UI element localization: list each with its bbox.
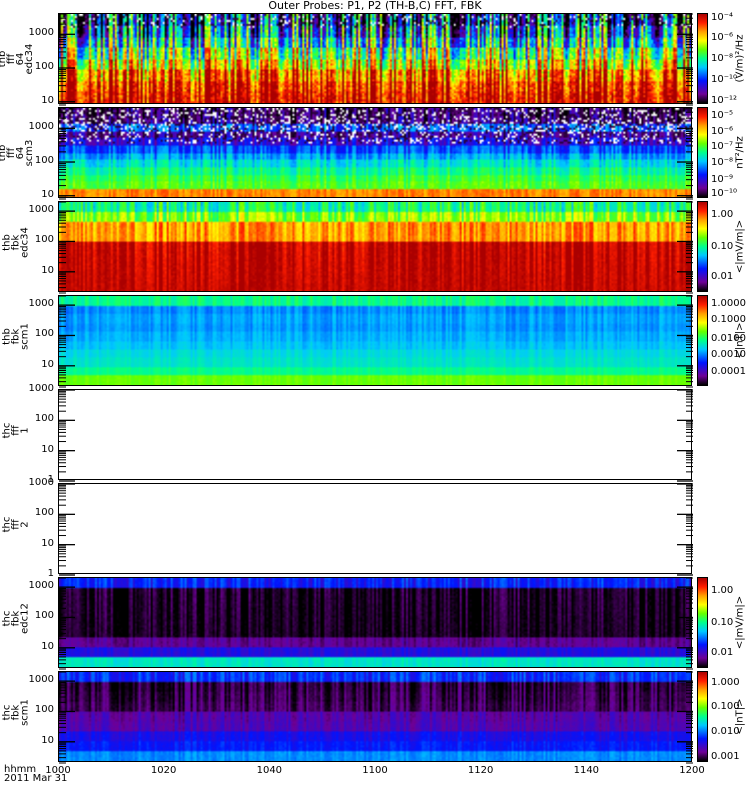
- y-tick-label: 1: [47, 568, 54, 579]
- panel-label: thb fff 64 scm3: [0, 113, 35, 193]
- plot-title: Outer Probes: P1, P2 (TH-B,C) FFT, FBK: [268, 0, 482, 12]
- y-axis-ticks: [59, 107, 693, 200]
- spectrogram-panel-2: [58, 107, 693, 200]
- colorbar-tick-label: 10⁻¹⁰: [711, 74, 738, 86]
- x-tick-label: 1040: [256, 765, 283, 776]
- x-tick-label: 1200: [679, 765, 705, 776]
- colorbar-1: [697, 13, 708, 104]
- panel-label-line: scm3: [24, 139, 35, 166]
- colorbar-unit-label: <|mV/m|>: [734, 219, 746, 273]
- spectrogram-panel-5: [58, 389, 693, 482]
- colorbar-tick-label: 1.00: [711, 208, 734, 220]
- colorbar-tick-label: 10⁻⁸: [711, 53, 734, 65]
- colorbar-tick-label: 10⁻⁶: [711, 125, 734, 137]
- colorbar-unit-label: <|nT|>: [734, 322, 746, 358]
- panel-label: thb fff 64 edc34: [0, 19, 35, 99]
- colorbar-tick-label: 10⁻⁹: [711, 173, 734, 185]
- colorbar-tick-label: 10⁻¹²: [711, 95, 738, 107]
- x-tick-label: 1020: [150, 765, 177, 776]
- spectrogram-panel-8: [58, 671, 693, 764]
- colorbar-tick-label: 10⁻⁵: [711, 110, 734, 122]
- panel-label-line: scm1: [19, 698, 31, 726]
- colorbar-unit-label: (V/m)²/Hz: [734, 34, 746, 82]
- spectrogram-panel-7: [58, 577, 693, 670]
- spectrogram-panel-3: [58, 201, 693, 294]
- y-axis-ticks: [59, 483, 693, 576]
- y-axis-ticks: [59, 13, 693, 106]
- panel-label: thc fbk scm1: [2, 672, 31, 752]
- colorbar-tick-label: 0.10: [711, 616, 734, 628]
- panel-label-line: edc34: [19, 226, 31, 258]
- y-axis-ticks: [59, 671, 693, 764]
- colorbar-tick-label: 10⁻¹⁰: [711, 188, 738, 200]
- panel-label-line: 2: [19, 520, 31, 528]
- panel-label: thc fff 2: [2, 484, 31, 564]
- colorbar-unit-label: <|mV/m|>: [734, 595, 746, 649]
- y-axis-ticks: [59, 201, 693, 294]
- x-tick-label: 1120: [467, 765, 494, 776]
- colorbar-unit-label: <|nT|>: [734, 698, 746, 734]
- colorbar-tick-label: 0.01: [711, 271, 734, 283]
- y-axis-ticks: [59, 577, 693, 670]
- colorbar-tick-label: 10⁻⁷: [711, 141, 734, 153]
- colorbar-8: [697, 671, 708, 762]
- colorbar-tick-label: 10⁻⁶: [711, 32, 734, 44]
- panel-label: thc fff 1: [2, 390, 31, 470]
- y-axis-ticks: [59, 295, 693, 388]
- spectrogram-panel-4: [58, 295, 693, 388]
- panel-label-line: edc12: [19, 602, 31, 634]
- panel-label-line: 1: [19, 426, 31, 434]
- y-axis-ticks: [59, 389, 693, 482]
- colorbar-7: [697, 577, 708, 668]
- panel-label-line: edc34: [24, 43, 35, 74]
- colorbar-tick-label: 1.00: [711, 584, 734, 596]
- x-tick-label: 1100: [362, 765, 388, 776]
- panel-label: thb fbk edc34: [2, 202, 31, 282]
- colorbar-2: [697, 107, 708, 198]
- colorbar-tick-label: 0.01: [711, 647, 734, 659]
- panel-label: thb fbk scm1: [2, 296, 31, 376]
- panel-label: thc fbk edc12: [2, 578, 31, 658]
- spectrogram-panel-6: [58, 483, 693, 576]
- panel-label-line: scm1: [19, 322, 31, 350]
- colorbar-tick-label: 10⁻⁸: [711, 156, 734, 168]
- colorbar-unit-label: nT²/Hz: [734, 135, 746, 169]
- colorbar-tick-label: 10⁻⁴: [711, 11, 734, 23]
- colorbar-tick-label: 0.10: [711, 240, 734, 252]
- x-tick-label: 1000: [45, 765, 71, 776]
- colorbar-4: [697, 295, 708, 386]
- spectrogram-panel-1: [58, 13, 693, 106]
- colorbar-3: [697, 201, 708, 292]
- x-tick-label: 1140: [573, 765, 600, 776]
